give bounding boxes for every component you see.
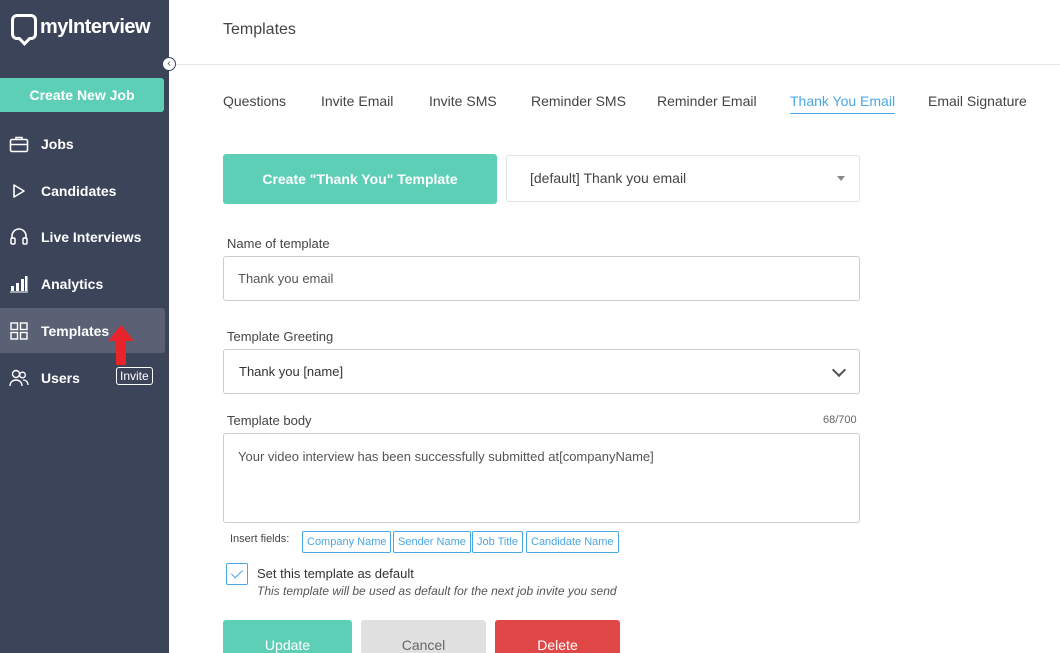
template-greeting-select[interactable]: Thank you [name] [223,349,860,394]
create-new-job-button[interactable]: Create New Job [0,78,164,112]
template-body-textarea[interactable]: Your video interview has been successful… [223,433,860,523]
grid-icon [9,321,29,341]
sidebar-item-label: Candidates [41,182,117,199]
set-default-checkbox[interactable] [226,563,248,585]
logo-mark-icon [11,14,37,40]
template-select-value: [default] Thank you email [530,170,687,186]
tab-thank-you-email[interactable]: Thank You Email [790,93,896,114]
sidebar-item-live-interviews[interactable]: Live Interviews [0,214,165,259]
name-of-template-label: Name of template [227,236,330,251]
sidebar-item-templates[interactable]: Templates [0,308,165,353]
users-icon [9,368,29,388]
template-greeting-label: Template Greeting [227,329,334,344]
sidebar-item-users[interactable]: Users Invite [0,355,165,400]
chevron-down-icon [831,362,847,378]
insert-field-sender-name[interactable]: Sender Name [393,531,471,553]
page-title: Templates [223,21,296,38]
sidebar-item-label: Jobs [41,135,74,152]
headset-icon [9,227,29,247]
sidebar-item-jobs[interactable]: Jobs [0,121,165,166]
app-logo[interactable]: myInterview [11,14,151,40]
tab-invite-sms[interactable]: Invite SMS [429,93,497,113]
app-name: myInterview [40,15,151,38]
caret-down-icon [837,176,845,181]
collapse-sidebar-icon[interactable]: ‹ [162,57,176,71]
sidebar: myInterview Create New Job Jobs Candidat… [0,0,169,653]
tab-questions[interactable]: Questions [223,93,286,113]
sidebar-item-label: Users [41,369,80,386]
tab-reminder-email[interactable]: Reminder Email [657,93,757,113]
insert-field-company-name[interactable]: Company Name [302,531,392,553]
update-button[interactable]: Update [223,620,352,653]
insert-fields-label: Insert fields: [230,533,290,545]
tab-email-signature[interactable]: Email Signature [928,93,1027,113]
insert-field-candidate-name[interactable]: Candidate Name [526,531,619,553]
annotation-arrow-icon [108,325,134,365]
set-default-label: Set this template as default [257,566,414,581]
header-divider [169,64,1060,65]
body-character-counter: 68/700 [823,414,857,426]
template-select[interactable]: [default] Thank you email [506,155,860,202]
sidebar-item-candidates[interactable]: Candidates [0,168,165,213]
sidebar-item-label: Analytics [41,275,104,292]
tab-invite-email[interactable]: Invite Email [321,93,393,113]
insert-field-job-title[interactable]: Job Title [472,531,523,553]
play-icon [9,181,29,201]
sidebar-item-label: Templates [41,322,110,339]
template-body-label: Template body [227,413,312,428]
delete-button[interactable]: Delete [495,620,620,653]
create-thank-you-template-button[interactable]: Create "Thank You" Template [223,154,497,204]
invite-badge[interactable]: Invite [116,367,153,385]
greeting-select-value: Thank you [name] [239,364,344,379]
template-name-input[interactable]: Thank you email [223,256,860,301]
tab-reminder-sms[interactable]: Reminder SMS [531,93,626,113]
sidebar-item-analytics[interactable]: Analytics [0,261,165,306]
bar-chart-icon [9,274,29,294]
cancel-button[interactable]: Cancel [361,620,486,653]
sidebar-item-label: Live Interviews [41,228,142,245]
set-default-hint: This template will be used as default fo… [257,584,617,598]
briefcase-icon [9,134,29,154]
